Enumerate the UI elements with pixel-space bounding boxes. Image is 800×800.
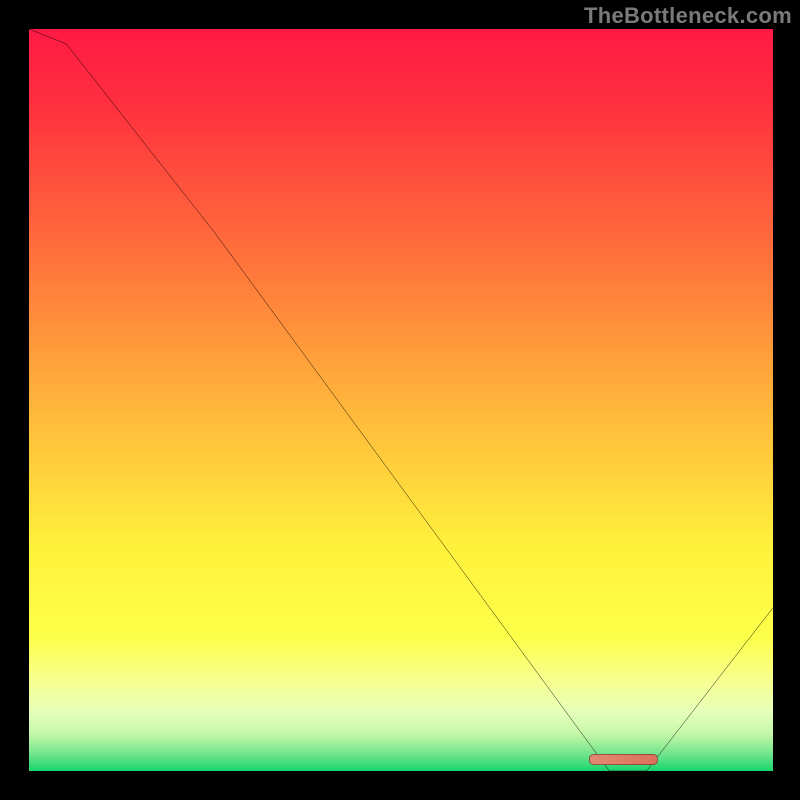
heat-gradient-background xyxy=(29,29,773,771)
optimal-range-marker xyxy=(589,754,658,765)
plot-area xyxy=(27,29,773,773)
attribution-label: TheBottleneck.com xyxy=(584,3,792,29)
chart-canvas: TheBottleneck.com xyxy=(0,0,800,800)
